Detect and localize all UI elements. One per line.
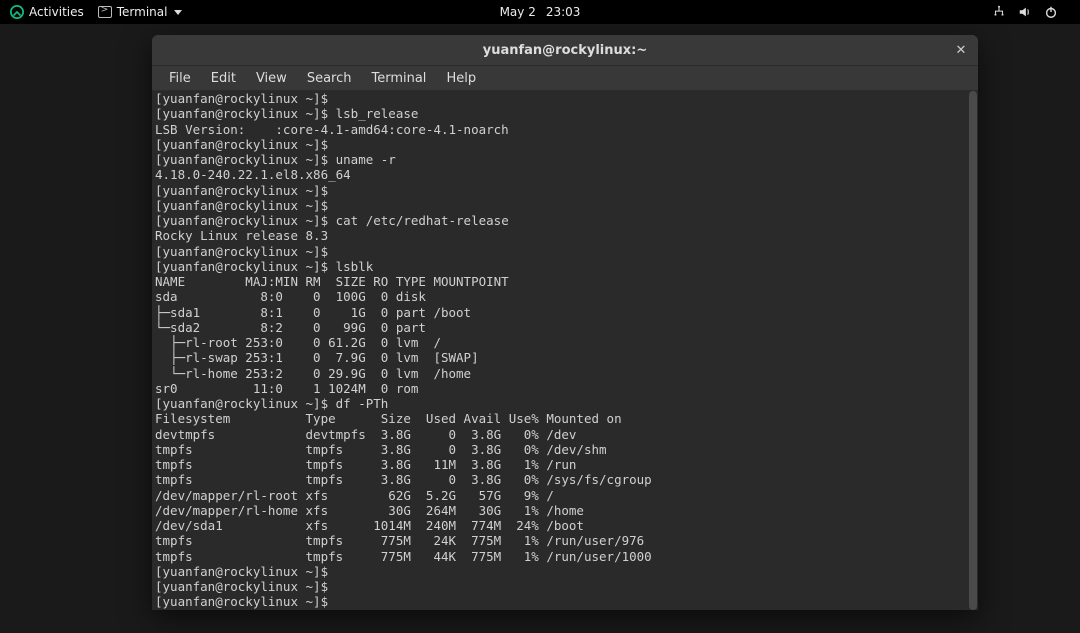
df-row: tmpfs tmpfs 775M 44K 775M 1% /run/user/1…: [155, 549, 652, 564]
cmd-lsblk: lsblk: [336, 259, 374, 274]
df-row: devtmpfs devtmpfs 3.8G 0 3.8G 0% /dev: [155, 427, 576, 442]
terminal-output[interactable]: [yuanfan@rockylinux ~]$ [yuanfan@rockyli…: [152, 91, 978, 610]
df-row: tmpfs tmpfs 3.8G 0 3.8G 0% /dev/shm: [155, 442, 607, 457]
time-label: 23:03: [546, 5, 581, 19]
system-menu-button[interactable]: [992, 5, 1070, 19]
date-label: May 2: [500, 5, 536, 19]
app-menu-label: Terminal: [117, 5, 168, 19]
df-row: /dev/sda1 xfs 1014M 240M 774M 24% /boot: [155, 518, 584, 533]
lsblk-row: sda 8:0 0 100G 0 disk: [155, 289, 433, 304]
app-menu-button[interactable]: Terminal: [98, 5, 183, 19]
menu-search[interactable]: Search: [298, 68, 361, 89]
lsblk-row: ├─rl-root 253:0 0 61.2G 0 lvm /: [155, 335, 441, 350]
output-uname: 4.18.0-240.22.1.el8.x86_64: [155, 167, 351, 182]
menu-edit[interactable]: Edit: [202, 68, 245, 89]
gnome-topbar: Activities Terminal May 2 23:03: [0, 0, 1080, 24]
df-row: /dev/mapper/rl-root xfs 62G 5.2G 57G 9% …: [155, 488, 554, 503]
cmd-uname: uname -r: [336, 152, 396, 167]
prompt: [yuanfan@rockylinux ~]$: [155, 198, 328, 213]
prompt: [yuanfan@rockylinux ~]$: [155, 244, 328, 259]
window-titlebar[interactable]: yuanfan@rockylinux:~ ✕: [152, 35, 978, 66]
close-icon: ✕: [956, 43, 967, 58]
terminal-scrollbar[interactable]: [968, 91, 978, 610]
prompt: [yuanfan@rockylinux ~]$: [155, 579, 328, 594]
lsblk-row: ├─sda1 8:1 0 1G 0 part /boot: [155, 305, 471, 320]
window-close-button[interactable]: ✕: [950, 39, 972, 61]
chevron-down-icon: [174, 10, 182, 15]
menubar: File Edit View Search Terminal Help: [152, 66, 978, 91]
lsblk-row: sr0 11:0 1 1024M 0 rom: [155, 381, 433, 396]
lsblk-header: NAME MAJ:MIN RM SIZE RO TYPE MOUNTPOINT: [155, 274, 509, 289]
scrollbar-thumb[interactable]: [969, 91, 977, 610]
lsblk-row: └─sda2 8:2 0 99G 0 part: [155, 320, 433, 335]
cmd-cat: cat /etc/redhat-release: [336, 213, 509, 228]
terminal-window: yuanfan@rockylinux:~ ✕ File Edit View Se…: [152, 35, 978, 610]
menu-help[interactable]: Help: [437, 68, 485, 89]
cmd-df: df -PTh: [336, 396, 389, 411]
prompt: [yuanfan@rockylinux ~]$: [155, 91, 328, 106]
df-row: /dev/mapper/rl-home xfs 30G 264M 30G 1% …: [155, 503, 584, 518]
df-row: tmpfs tmpfs 3.8G 11M 3.8G 1% /run: [155, 457, 576, 472]
output-cat: Rocky Linux release 8.3: [155, 228, 328, 243]
window-title: yuanfan@rockylinux:~: [483, 43, 648, 58]
menu-view[interactable]: View: [247, 68, 296, 89]
df-row: tmpfs tmpfs 3.8G 0 3.8G 0% /sys/fs/cgrou…: [155, 472, 652, 487]
power-icon: [1044, 5, 1058, 19]
prompt: [yuanfan@rockylinux ~]$: [155, 137, 328, 152]
clock-button[interactable]: May 2 23:03: [500, 5, 581, 19]
output-lsb-release: LSB Version: :core-4.1-amd64:core-4.1-no…: [155, 122, 509, 137]
prompt: [yuanfan@rockylinux ~]$: [155, 594, 328, 609]
prompt: [yuanfan@rockylinux ~]$: [155, 213, 328, 228]
rocky-logo-icon: [10, 5, 24, 19]
prompt: [yuanfan@rockylinux ~]$: [155, 564, 328, 579]
lsblk-row: ├─rl-swap 253:1 0 7.9G 0 lvm [SWAP]: [155, 350, 479, 365]
prompt: [yuanfan@rockylinux ~]$: [155, 396, 328, 411]
terminal-icon: [98, 6, 112, 18]
prompt: [yuanfan@rockylinux ~]$: [155, 259, 328, 274]
menu-terminal[interactable]: Terminal: [362, 68, 435, 89]
volume-icon: [1018, 5, 1032, 19]
prompt: [yuanfan@rockylinux ~]$: [155, 152, 328, 167]
df-row: tmpfs tmpfs 775M 24K 775M 1% /run/user/9…: [155, 533, 644, 548]
prompt: [yuanfan@rockylinux ~]$: [155, 106, 328, 121]
menu-file[interactable]: File: [160, 68, 200, 89]
prompt: [yuanfan@rockylinux ~]$: [155, 183, 328, 198]
activities-label: Activities: [29, 5, 84, 19]
lsblk-row: └─rl-home 253:2 0 29.9G 0 lvm /home: [155, 366, 471, 381]
cmd-lsb-release: lsb_release: [336, 106, 419, 121]
activities-button[interactable]: Activities: [10, 5, 84, 19]
network-icon: [992, 5, 1006, 19]
df-header: Filesystem Type Size Used Avail Use% Mou…: [155, 411, 622, 426]
